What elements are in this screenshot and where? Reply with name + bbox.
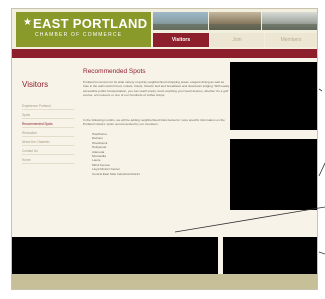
- tab-visitors[interactable]: Visitors: [153, 33, 209, 47]
- site-header: ★ EAST PORTLAND CHAMBER OF COMMERCE Visi…: [12, 9, 317, 49]
- annotation-line-1: [318, 88, 323, 92]
- star-icon: ★: [23, 17, 32, 28]
- sidebar-title: Visitors: [22, 80, 49, 89]
- tab-members[interactable]: Members: [265, 33, 317, 47]
- page-frame: ★ EAST PORTLAND CHAMBER OF COMMERCE Visi…: [11, 8, 318, 290]
- sidebar-item-home[interactable]: Home: [22, 158, 74, 164]
- intro-paragraph: Portland is renown for its wide variety …: [83, 80, 230, 98]
- redacted-block-4: [223, 237, 317, 274]
- tab-join[interactable]: Join: [210, 33, 264, 47]
- sidebar-item-recommended-spots[interactable]: Recommended Spots: [22, 122, 74, 128]
- sidebar-item-about-the-chamber[interactable]: About the Chamber: [22, 140, 74, 146]
- header-photo-2: [209, 12, 261, 30]
- sidebar-item-experience-portland[interactable]: Experience Portland: [22, 104, 74, 110]
- annotation-line-4: [318, 251, 325, 255]
- page-title: Recommended Spots: [83, 68, 146, 75]
- header-photo-3: [262, 12, 317, 30]
- redacted-block-1: [230, 62, 317, 130]
- redacted-block-2: [230, 139, 317, 210]
- site-footer: [12, 274, 317, 289]
- followup-paragraph: In the following months, we will be addi…: [83, 118, 225, 127]
- header-photo-1: [153, 12, 208, 30]
- sidebar-item-spots[interactable]: Spots: [22, 113, 74, 119]
- site-logo[interactable]: ★ EAST PORTLAND CHAMBER OF COMMERCE: [16, 12, 151, 47]
- neighborhood-list: Hawthorne Division Woodstock Hollywood A…: [92, 132, 140, 176]
- sidebar-item-contact-us[interactable]: Contact Us: [22, 149, 74, 155]
- sidebar: Visitors Experience Portland Spots Recom…: [12, 58, 79, 243]
- header-band: [12, 49, 317, 58]
- logo-tagline: CHAMBER OF COMMERCE: [35, 32, 123, 38]
- redacted-block-3: [12, 237, 218, 274]
- list-item: Central East Side Industrial District: [92, 171, 140, 176]
- sidebar-item-relocation[interactable]: Relocation: [22, 131, 74, 137]
- annotation-line-2: [318, 162, 325, 177]
- logo-name: EAST PORTLAND: [33, 16, 148, 31]
